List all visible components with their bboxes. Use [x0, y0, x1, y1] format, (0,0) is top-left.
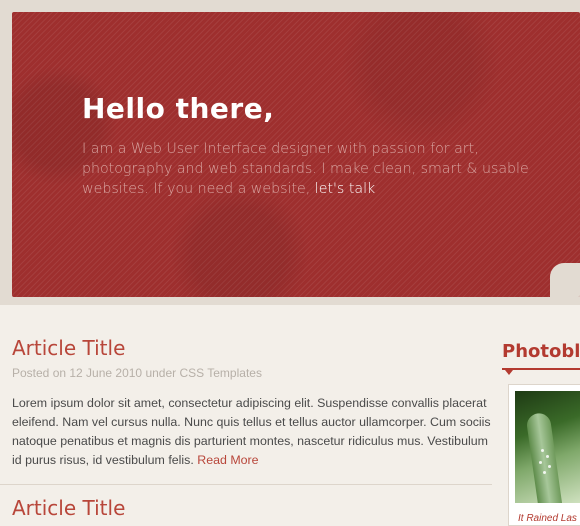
hero-banner: Hello there, I am a Web User Interface d…: [12, 12, 580, 297]
article-post: Article Title Posted on 12 June 2010 und…: [12, 336, 492, 470]
hero-frame: Hello there, I am a Web User Interface d…: [0, 0, 580, 305]
hero-title: Hello there,: [82, 92, 275, 125]
water-drop: [541, 449, 544, 452]
photoblog-thumbnail[interactable]: [515, 391, 580, 503]
water-drop: [548, 465, 551, 468]
heading-arrow-icon: [505, 370, 513, 375]
article-meta: Posted on 12 June 2010 under CSS Templat…: [12, 366, 262, 380]
photoblog-heading: Photoblo: [502, 341, 580, 362]
hero-intro: I am a Web User Interface designer with …: [82, 139, 552, 199]
article-title-link[interactable]: Article Title: [12, 336, 492, 360]
lets-talk-link[interactable]: let's talk: [315, 181, 375, 197]
leaf-image: [525, 411, 565, 503]
article-divider: [0, 484, 492, 485]
photoblog-card[interactable]: It Rained Las: [508, 384, 580, 526]
water-drop: [546, 455, 549, 458]
water-drop: [539, 461, 542, 464]
read-more-link[interactable]: Read More: [197, 453, 258, 467]
water-drop: [543, 471, 546, 474]
photoblog-heading-rule: [502, 368, 580, 370]
article-post: Article Title: [12, 496, 492, 520]
hero-intro-text: I am a Web User Interface designer with …: [82, 141, 529, 197]
article-excerpt: Lorem ipsum dolor sit amet, consectetur …: [12, 394, 492, 470]
hero-corner-notch: [550, 263, 580, 297]
article-title-link[interactable]: Article Title: [12, 496, 492, 520]
photo-caption-link[interactable]: It Rained Las: [518, 513, 577, 524]
